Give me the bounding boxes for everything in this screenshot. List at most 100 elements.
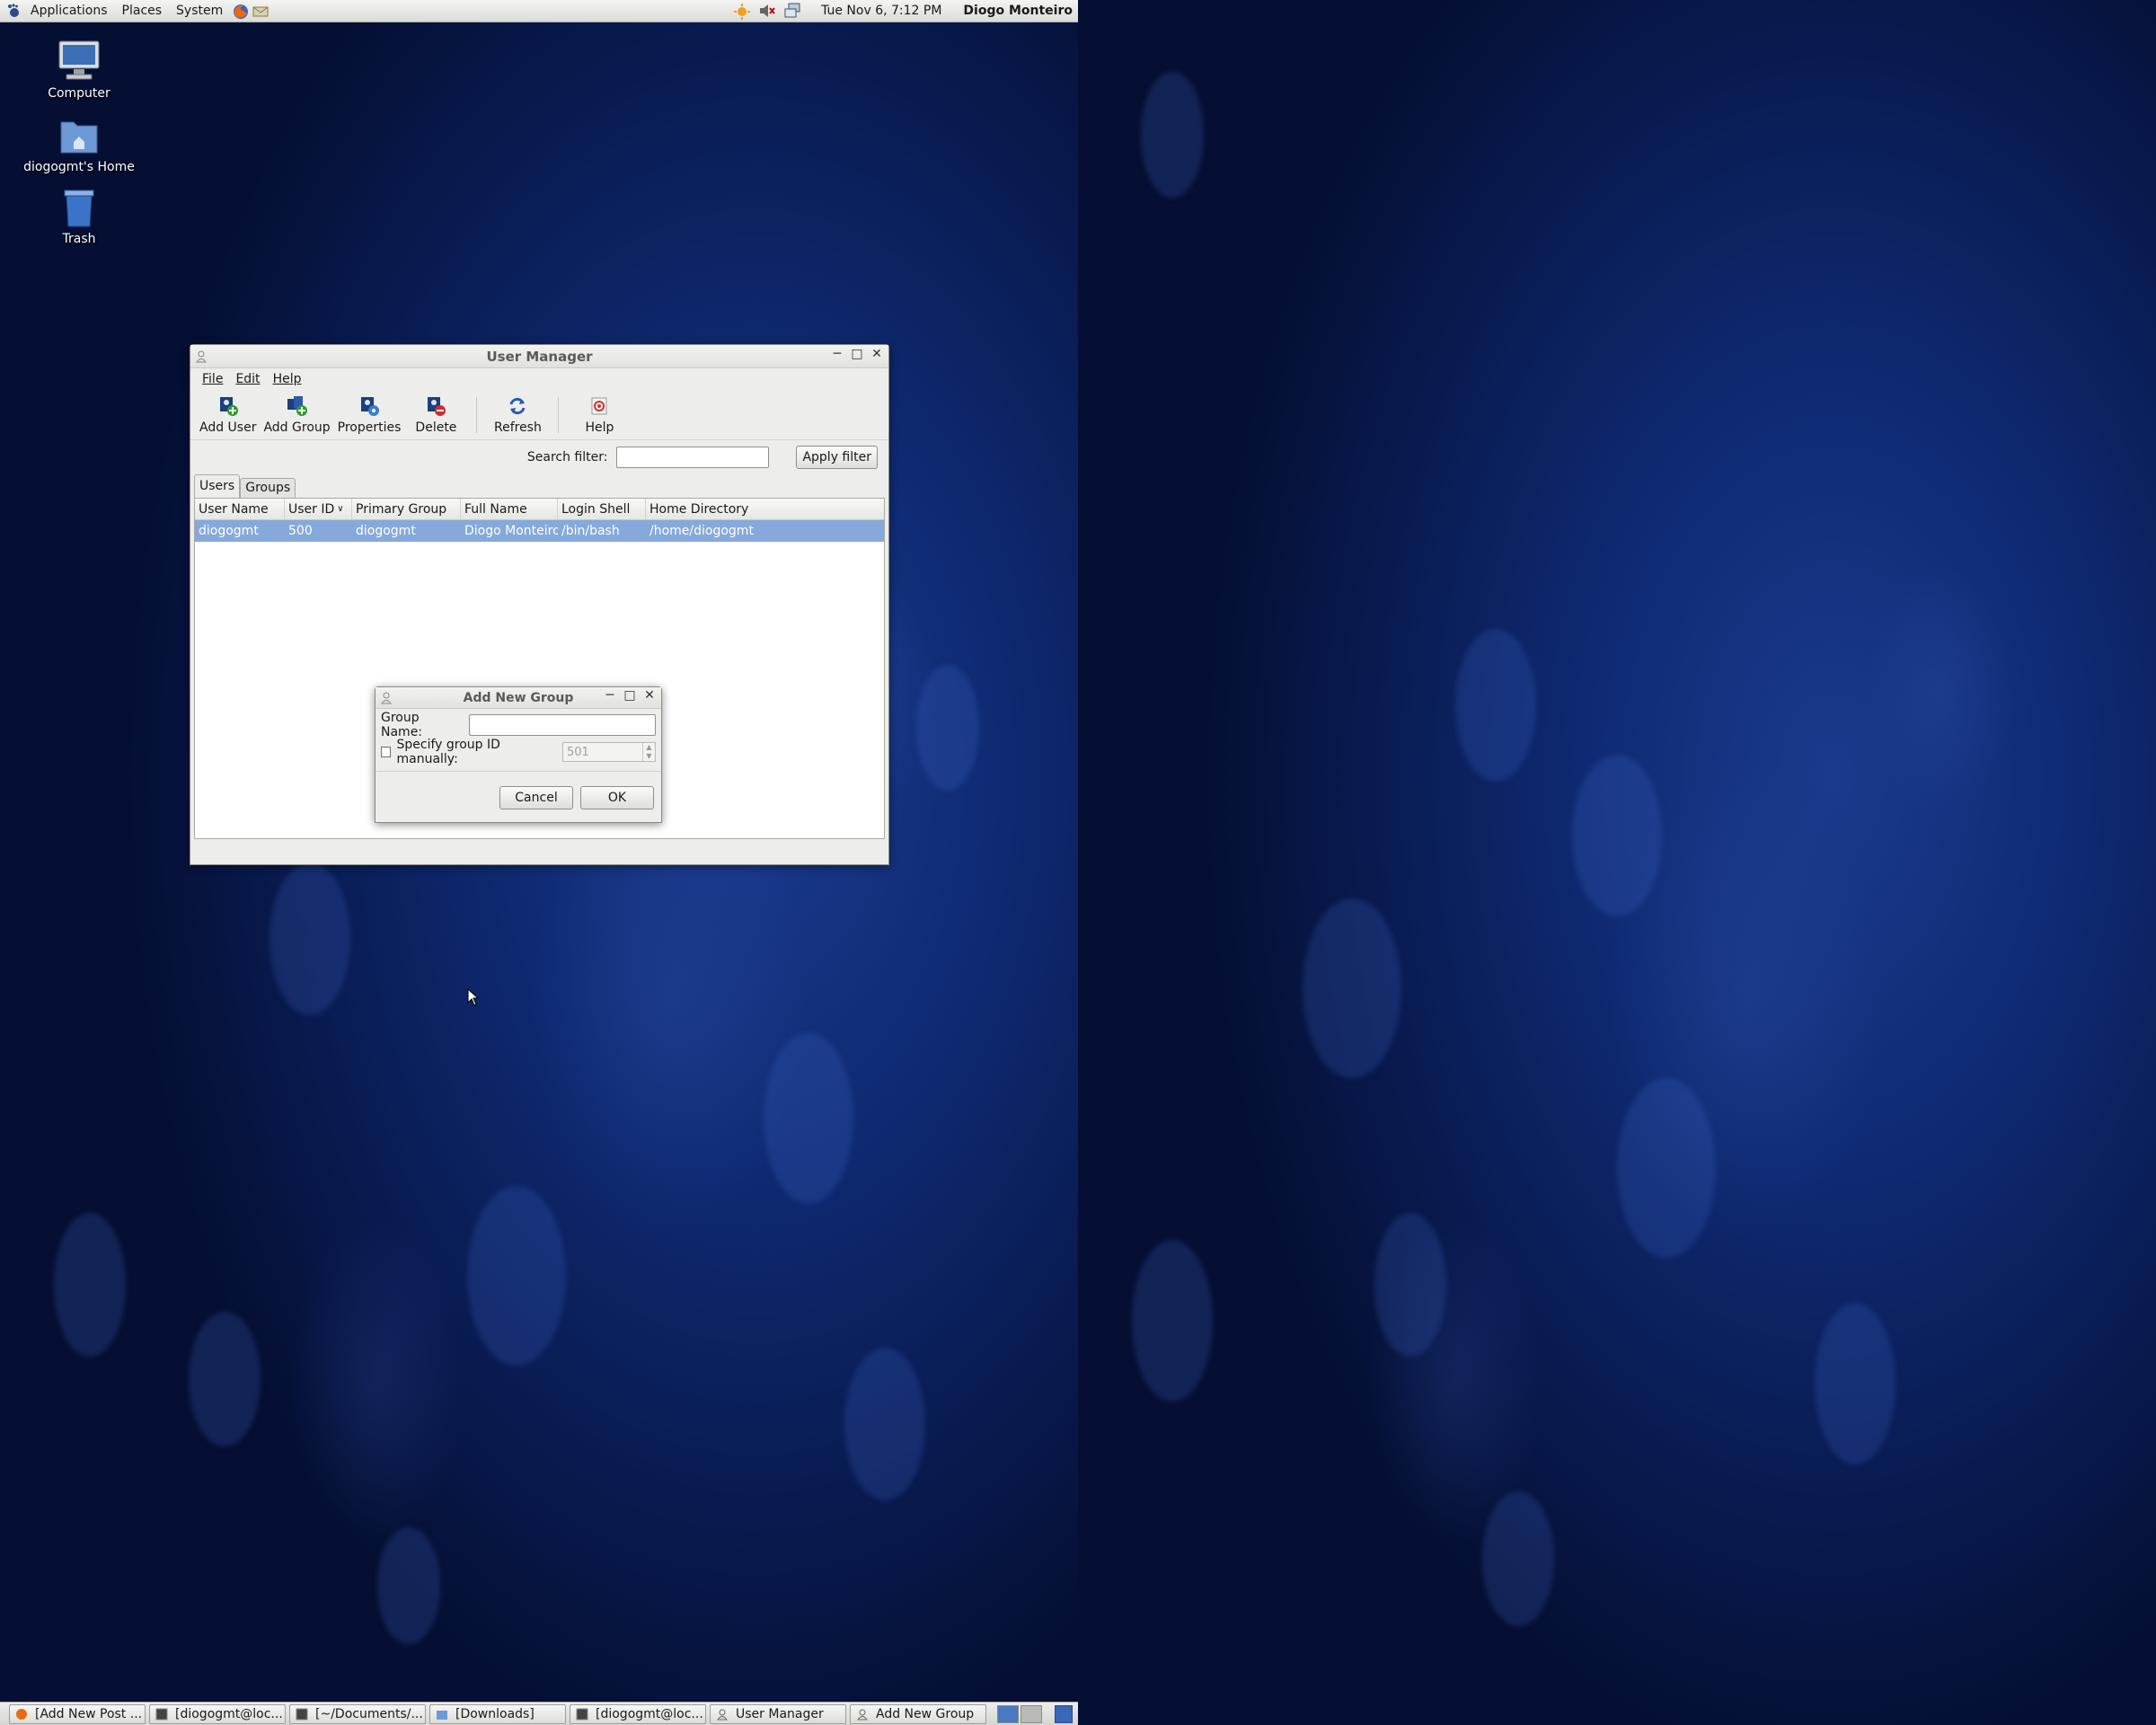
home-folder-icon	[56, 113, 102, 156]
column-header-user-id[interactable]: User ID ∨	[285, 499, 352, 519]
spinner-arrows[interactable]: ▲ ▼	[642, 743, 655, 761]
gnome-foot-icon[interactable]	[5, 3, 22, 19]
cell-user-name: diogogmt	[199, 524, 259, 538]
menubar: File Edit Help	[190, 368, 888, 390]
file-menu[interactable]: File	[198, 372, 227, 386]
task-label: [diogogmt@loc...	[596, 1706, 703, 1721]
updates-sun-icon[interactable]	[733, 3, 751, 20]
cell-user-id: 500	[288, 524, 313, 538]
refresh-button[interactable]: Refresh	[486, 395, 549, 435]
column-header-user-name[interactable]: User Name	[195, 499, 285, 519]
computer-icon	[56, 40, 102, 83]
workspace-2[interactable]	[1021, 1704, 1042, 1723]
edit-menu[interactable]: Edit	[231, 372, 264, 386]
desktop-icon-computer[interactable]: Computer	[12, 40, 146, 101]
top-panel: Applications Places System Tue Nov 6, 7:…	[0, 0, 1078, 22]
tab-groups[interactable]: Groups	[240, 478, 296, 498]
add-group-icon	[287, 395, 308, 417]
dialog-titlebar[interactable]: Add New Group ─ □ ✕	[376, 687, 661, 709]
trash-icon	[56, 185, 102, 228]
delete-label: Delete	[415, 420, 457, 435]
sort-chevron-down-icon: ∨	[337, 504, 344, 514]
task-terminal-1[interactable]: [diogogmt@loc...	[149, 1703, 286, 1724]
ok-button[interactable]: OK	[580, 786, 654, 809]
minimize-icon[interactable]: ─	[604, 688, 616, 703]
dialog-title: Add New Group	[463, 690, 574, 705]
delete-button[interactable]: Delete	[404, 395, 467, 435]
clock[interactable]: Tue Nov 6, 7:12 PM	[808, 4, 954, 18]
refresh-icon	[507, 395, 528, 417]
applications-menu[interactable]: Applications	[25, 4, 113, 18]
window-title: User Manager	[486, 348, 593, 365]
firefox-launcher-icon[interactable]	[232, 3, 249, 19]
workspace-switcher	[997, 1704, 1042, 1723]
help-label: Help	[585, 420, 614, 435]
cancel-button[interactable]: Cancel	[499, 786, 573, 809]
minimize-icon[interactable]: ─	[831, 347, 844, 361]
task-add-new-post[interactable]: [Add New Post ...	[9, 1703, 146, 1724]
app-icon	[381, 691, 395, 705]
task-downloads[interactable]: [Downloads]	[429, 1703, 566, 1724]
terminal-icon	[155, 1708, 168, 1721]
workspace-1[interactable]	[997, 1704, 1019, 1723]
desktop-icon-home[interactable]: diogogmt's Home	[12, 113, 146, 174]
column-header-login-shell[interactable]: Login Shell	[558, 499, 646, 519]
help-icon	[588, 395, 610, 417]
spin-up-icon[interactable]: ▲	[643, 743, 655, 752]
task-add-new-group[interactable]: Add New Group	[850, 1703, 986, 1724]
places-menu[interactable]: Places	[117, 4, 168, 18]
desktop-icon-trash[interactable]: Trash	[12, 185, 146, 246]
search-filter-input[interactable]	[616, 447, 770, 468]
task-terminal-2[interactable]: [diogogmt@loc...	[570, 1703, 706, 1724]
users-icon	[856, 1708, 869, 1721]
add-user-label: Add User	[199, 420, 257, 435]
column-header-full-name[interactable]: Full Name	[461, 499, 558, 519]
desktop-icon-label: Trash	[62, 232, 96, 246]
gid-spinner[interactable]: 501 ▲ ▼	[562, 742, 656, 762]
volume-muted-icon[interactable]	[758, 3, 775, 19]
table-header: User Name User ID ∨ Primary Group Full N…	[195, 499, 884, 520]
column-header-home-directory[interactable]: Home Directory	[646, 499, 884, 519]
specify-gid-checkbox[interactable]	[381, 747, 392, 757]
group-name-row: Group Name:	[376, 711, 661, 739]
add-group-label: Add Group	[263, 420, 331, 435]
apply-filter-button[interactable]: Apply filter	[796, 446, 878, 469]
task-user-manager[interactable]: User Manager	[710, 1703, 846, 1724]
cell-login-shell: /bin/bash	[561, 524, 620, 538]
terminal-icon	[576, 1708, 588, 1721]
group-name-label: Group Name:	[381, 711, 423, 739]
spin-down-icon[interactable]: ▼	[643, 752, 655, 761]
toolbar-separator	[558, 397, 560, 433]
add-new-group-dialog: Add New Group ─ □ ✕ Group Name: Specify …	[375, 686, 662, 823]
add-user-icon	[217, 395, 239, 417]
task-label: [Downloads]	[455, 1706, 535, 1721]
help-menu[interactable]: Help	[269, 372, 306, 386]
maximize-icon[interactable]: □	[851, 347, 863, 361]
users-icon	[716, 1708, 729, 1721]
table-row[interactable]: diogogmt 500 diogogmt Diogo Monteiro /bi…	[195, 520, 884, 542]
task-label: User Manager	[736, 1706, 824, 1721]
task-label: [diogogmt@loc...	[175, 1706, 283, 1721]
toolbar: Add User Add Group Properties Delete Ref…	[190, 390, 888, 440]
show-desktop-icon[interactable]	[1055, 1704, 1073, 1723]
user-menu[interactable]: Diogo Monteiro	[963, 4, 1073, 18]
add-user-button[interactable]: Add User	[196, 395, 260, 435]
close-icon[interactable]: ✕	[870, 347, 883, 361]
specify-gid-label[interactable]: Specify group ID manually:	[396, 738, 557, 766]
close-icon[interactable]: ✕	[643, 688, 656, 703]
network-icon[interactable]	[783, 3, 800, 19]
group-name-input[interactable]	[469, 714, 656, 736]
mail-launcher-icon[interactable]	[252, 3, 269, 19]
help-button[interactable]: Help	[568, 395, 631, 435]
task-documents[interactable]: [~/Documents/...	[289, 1703, 426, 1724]
maximize-icon[interactable]: □	[623, 688, 636, 703]
tab-users[interactable]: Users	[194, 474, 241, 498]
system-menu[interactable]: System	[171, 4, 228, 18]
add-group-button[interactable]: Add Group	[260, 395, 333, 435]
user-manager-titlebar[interactable]: User Manager ─ □ ✕	[190, 345, 888, 368]
gid-value: 501	[567, 745, 589, 759]
delete-icon	[425, 395, 446, 417]
properties-button[interactable]: Properties	[334, 395, 405, 435]
filter-row: Search filter: Apply filter	[190, 440, 888, 474]
column-header-primary-group[interactable]: Primary Group	[352, 499, 461, 519]
